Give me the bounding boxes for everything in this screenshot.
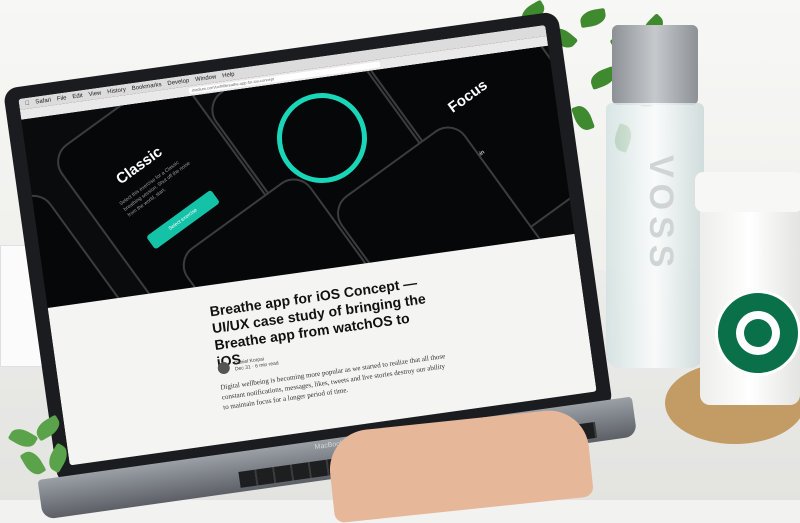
focus-time: 1 min <box>471 104 550 164</box>
avatar[interactable] <box>217 361 231 375</box>
menu-develop[interactable]: Develop <box>167 78 190 87</box>
menu-window[interactable]: Window <box>195 74 217 83</box>
menu-view[interactable]: View <box>88 90 102 98</box>
photo-scene:  Safari File Edit View History Bookmark… <box>0 0 800 523</box>
menu-history[interactable]: History <box>107 86 126 95</box>
bottle-brand: VOSS <box>642 155 680 274</box>
apple-icon[interactable]:  <box>25 100 30 107</box>
focus-title: Focus <box>445 76 491 117</box>
menu-safari[interactable]: Safari <box>35 97 51 105</box>
water-bottle: VOSS <box>600 25 710 370</box>
laptop-screen:  Safari File Edit View History Bookmark… <box>18 24 597 466</box>
bottle-cap <box>612 25 698 105</box>
menu-edit[interactable]: Edit <box>72 93 83 100</box>
small-plant <box>0 414 80 500</box>
cup-lid <box>695 172 800 212</box>
starbucks-logo <box>715 290 800 376</box>
menu-file[interactable]: File <box>57 95 67 102</box>
menu-help[interactable]: Help <box>222 71 235 79</box>
